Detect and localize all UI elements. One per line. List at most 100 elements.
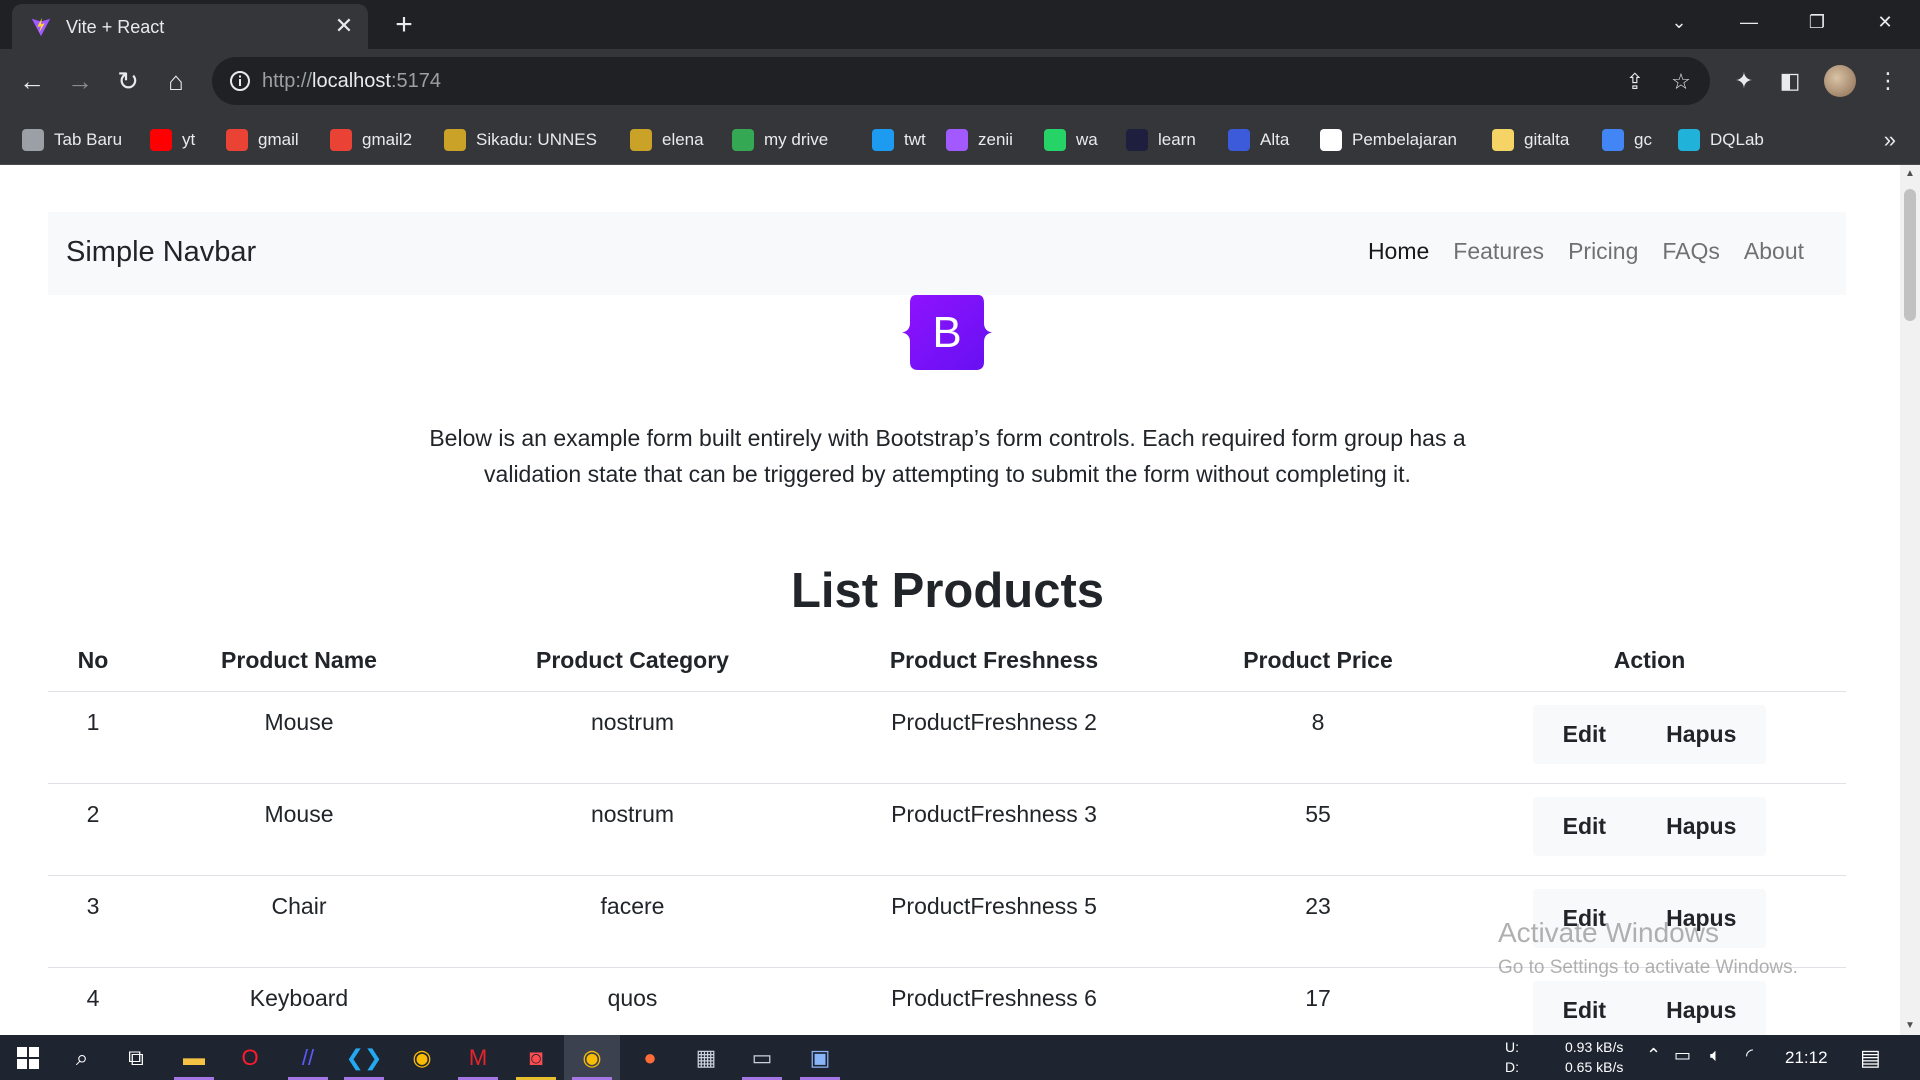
network-app-icon[interactable]: ▦: [678, 1035, 734, 1080]
forward-arrow-icon[interactable]: →: [64, 65, 96, 97]
nav-link-features[interactable]: Features: [1441, 238, 1556, 265]
cell-product-name: Mouse: [138, 783, 460, 876]
volume-icon[interactable]: 🔈︎: [1710, 1045, 1721, 1066]
cell-action: Edit Hapus: [1453, 783, 1846, 876]
whatsapp-icon: [1044, 129, 1066, 151]
calendar-icon: [1602, 129, 1624, 151]
delete-button[interactable]: Hapus: [1636, 705, 1766, 764]
twitter-icon: [872, 129, 894, 151]
watermark-title: Activate Windows: [1498, 917, 1719, 948]
window-app-icon[interactable]: ▣: [792, 1035, 848, 1080]
table-row: 2 Mouse nostrum ProductFreshness 3 55 Edit Hap…: [48, 783, 1846, 876]
tab-search-icon[interactable]: ⌄: [1644, 0, 1714, 44]
notepad-icon[interactable]: //: [280, 1035, 336, 1080]
edit-button[interactable]: Edit: [1533, 797, 1636, 856]
back-arrow-icon[interactable]: ←: [16, 65, 48, 97]
more-bookmarks-icon[interactable]: »: [1884, 127, 1896, 153]
code-icon: [1126, 129, 1148, 151]
extensions-puzzle-icon[interactable]: ✦: [1728, 65, 1760, 97]
tray-chevron-up-icon[interactable]: ⌃: [1646, 1045, 1661, 1066]
cell-product-name: Chair: [138, 875, 460, 968]
minimize-button[interactable]: —: [1714, 0, 1784, 44]
bookmark-label: wa: [1076, 130, 1098, 149]
menu-kebab-icon[interactable]: ⋮: [1872, 65, 1904, 97]
task-view-icon[interactable]: ⧉: [108, 1035, 164, 1080]
browser-tab[interactable]: Vite + React ✕: [12, 4, 368, 49]
restore-button[interactable]: ❐: [1782, 0, 1852, 44]
edit-button[interactable]: Edit: [1533, 981, 1636, 1036]
scroll-up-arrow-icon[interactable]: ▲: [1900, 165, 1920, 183]
search-icon[interactable]: ⌕: [54, 1035, 110, 1080]
navbar-brand[interactable]: Simple Navbar: [66, 236, 256, 269]
bookmark-item[interactable]: gc: [1602, 127, 1652, 153]
bookmark-item[interactable]: zenii: [946, 127, 1013, 153]
bookmark-item[interactable]: gitalta: [1492, 127, 1569, 153]
scroll-down-arrow-icon[interactable]: ▼: [1900, 1017, 1920, 1035]
address-bar[interactable]: http://localhost:5174 ⇪ ☆: [212, 57, 1710, 105]
bookmark-item[interactable]: Sikadu: UNNES: [444, 127, 597, 153]
opera-icon[interactable]: O: [222, 1035, 278, 1080]
activate-windows-watermark: Activate Windows Go to Settings to activ…: [1498, 917, 1798, 979]
bookmark-label: Pembelajaran: [1352, 130, 1457, 149]
table-header-row: No Product Name Product Category Product…: [48, 631, 1846, 692]
edit-button[interactable]: Edit: [1533, 705, 1636, 764]
bookmark-item[interactable]: learn: [1126, 127, 1196, 153]
navbar: Simple Navbar Home Features Pricing FAQs…: [48, 212, 1846, 295]
screenshot-app-icon[interactable]: ◙: [508, 1035, 564, 1080]
vscode-icon[interactable]: ❮❯: [336, 1035, 392, 1080]
home-icon[interactable]: ⌂: [160, 65, 192, 97]
side-panel-icon[interactable]: ◧: [1774, 65, 1806, 97]
battery-icon[interactable]: ▭: [1674, 1045, 1691, 1066]
mcafee-icon[interactable]: M: [450, 1035, 506, 1080]
scroll-thumb[interactable]: [1904, 189, 1916, 321]
reload-icon[interactable]: ↻: [112, 65, 144, 97]
chrome-active-icon[interactable]: ◉: [564, 1035, 620, 1080]
windows-start-icon[interactable]: [0, 1035, 56, 1080]
wifi-icon[interactable]: ◜: [1746, 1045, 1753, 1066]
nav-link-about[interactable]: About: [1732, 238, 1816, 265]
delete-button[interactable]: Hapus: [1636, 797, 1766, 856]
bookmark-item[interactable]: elena: [630, 127, 704, 153]
bookmark-item[interactable]: gmail2: [330, 127, 412, 153]
bookmark-item[interactable]: Tab Baru: [22, 127, 122, 153]
bookmark-star-icon[interactable]: ☆: [1668, 69, 1694, 95]
bookmark-label: elena: [662, 130, 704, 149]
bookmark-item[interactable]: gmail: [226, 127, 299, 153]
bookmark-item[interactable]: DQLab: [1678, 127, 1764, 153]
profile-avatar[interactable]: [1824, 65, 1856, 97]
file-explorer-icon[interactable]: ▬: [166, 1035, 222, 1080]
taskbar-clock[interactable]: 21:12: [1785, 1048, 1828, 1068]
nav-link-faqs[interactable]: FAQs: [1650, 238, 1732, 265]
close-window-button[interactable]: ✕: [1850, 0, 1920, 44]
delete-button[interactable]: Hapus: [1636, 981, 1766, 1036]
info-icon[interactable]: [228, 69, 252, 93]
bookmark-item[interactable]: twt: [872, 127, 926, 153]
header-product-category: Product Category: [460, 631, 805, 692]
nav-links: Home Features Pricing FAQs About: [1356, 238, 1816, 265]
cell-no: 4: [48, 967, 138, 1035]
watermark-subtitle: Go to Settings to activate Windows.: [1498, 957, 1798, 978]
vite-icon: [31, 17, 51, 37]
bookmark-item[interactable]: wa: [1044, 127, 1098, 153]
cell-product-freshness: ProductFreshness 2: [805, 691, 1183, 784]
nav-link-pricing[interactable]: Pricing: [1556, 238, 1650, 265]
bookmark-item[interactable]: yt: [150, 127, 195, 153]
tab-close-icon[interactable]: ✕: [332, 14, 356, 38]
notification-icon[interactable]: ▤: [1860, 1045, 1881, 1071]
new-tab-button[interactable]: +: [388, 10, 420, 42]
postman-icon[interactable]: ●: [622, 1035, 678, 1080]
chrome-icon[interactable]: ◉: [394, 1035, 450, 1080]
url-text[interactable]: http://localhost:5174: [262, 70, 441, 93]
terminal-icon[interactable]: ▭: [734, 1035, 790, 1080]
cell-product-price: 8: [1183, 691, 1453, 784]
cell-product-price: 17: [1183, 967, 1453, 1035]
page-scrollbar[interactable]: ▲ ▼: [1900, 165, 1920, 1035]
bookmark-item[interactable]: Pembelajaran: [1320, 127, 1457, 153]
bookmark-label: Tab Baru: [54, 130, 123, 149]
bookmark-item[interactable]: Alta: [1228, 127, 1289, 153]
bookmark-label: gitalta: [1524, 130, 1570, 149]
nav-link-home[interactable]: Home: [1356, 238, 1441, 265]
share-icon[interactable]: ⇪: [1622, 69, 1648, 95]
bookmark-item[interactable]: my drive: [732, 127, 828, 153]
action-button-group: Edit Hapus: [1532, 704, 1767, 764]
